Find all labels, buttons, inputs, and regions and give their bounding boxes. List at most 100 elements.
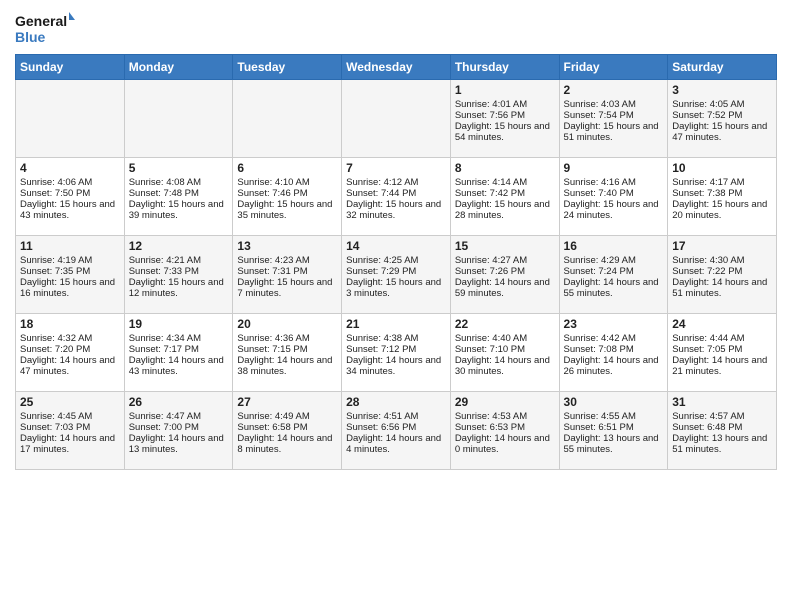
day-number: 6 xyxy=(237,161,337,175)
calendar-week-row: 18 Sunrise: 4:32 AMSunset: 7:20 PM Dayligh… xyxy=(16,314,777,392)
daylight: Daylight: 14 hours and 34 minutes. xyxy=(346,355,441,377)
sunset: Sunset: 7:35 PM xyxy=(20,266,90,277)
day-number: 20 xyxy=(237,317,337,331)
daylight: Daylight: 15 hours and 3 minutes. xyxy=(346,277,441,299)
calendar-week-row: 11Sunrise: 4:19 AMSunset: 7:35 PMDayligh… xyxy=(16,236,777,314)
sunrise: Sunrise: 4:14 AM xyxy=(455,177,527,188)
calendar-cell: 23Sunrise: 4:42 AMSunset: 7:08 PMDayligh… xyxy=(559,314,668,392)
day-number: 12 xyxy=(129,239,229,253)
daylight: Daylight: 15 hours and 47 minutes. xyxy=(672,121,767,143)
sunrise: Sunrise: 4:19 AM xyxy=(20,255,92,266)
daylight: Daylight: 15 hours and 35 minutes. xyxy=(237,199,332,221)
sunrise: Sunrise: 4:01 AM xyxy=(455,99,527,110)
day-number: 14 xyxy=(346,239,446,253)
day-number: 31 xyxy=(672,395,772,409)
header-friday: Friday xyxy=(559,55,668,80)
sunrise: Sunrise: 4:47 AM xyxy=(129,411,201,422)
calendar-cell: 5Sunrise: 4:08 AMSunset: 7:48 PMDaylight… xyxy=(124,158,233,236)
header-thursday: Thursday xyxy=(450,55,559,80)
calendar-cell: 16Sunrise: 4:29 AMSunset: 7:24 PMDayligh… xyxy=(559,236,668,314)
sunset: Sunset: 7:15 PM xyxy=(237,344,307,355)
calendar-week-row: 4Sunrise: 4:06 AMSunset: 7:50 PMDaylight… xyxy=(16,158,777,236)
sunset: Sunset: 7:31 PM xyxy=(237,266,307,277)
calendar-cell: 27Sunrise: 4:49 AMSunset: 6:58 PMDayligh… xyxy=(233,392,342,470)
calendar-cell: 31Sunrise: 4:57 AMSunset: 6:48 PMDayligh… xyxy=(668,392,777,470)
day-number: 29 xyxy=(455,395,555,409)
sunset: Sunset: 6:58 PM xyxy=(237,422,307,433)
daylight: Daylight: 15 hours and 24 minutes. xyxy=(564,199,659,221)
daylight: Daylight: 13 hours and 55 minutes. xyxy=(564,433,659,455)
sunrise: Sunrise: 4:49 AM xyxy=(237,411,309,422)
calendar-week-row: 25Sunrise: 4:45 AMSunset: 7:03 PMDayligh… xyxy=(16,392,777,470)
sunset: Sunset: 7:20 PM xyxy=(20,344,90,355)
day-number: 3 xyxy=(672,83,772,97)
day-number: 19 xyxy=(129,317,229,331)
day-number: 17 xyxy=(672,239,772,253)
calendar-cell: 12Sunrise: 4:21 AMSunset: 7:33 PMDayligh… xyxy=(124,236,233,314)
calendar-cell: 15Sunrise: 4:27 AMSunset: 7:26 PMDayligh… xyxy=(450,236,559,314)
sunset: Sunset: 7:56 PM xyxy=(455,110,525,121)
calendar-cell: 3Sunrise: 4:05 AMSunset: 7:52 PMDaylight… xyxy=(668,80,777,158)
sunrise: Sunrise: 4:12 AM xyxy=(346,177,418,188)
header-wednesday: Wednesday xyxy=(342,55,451,80)
day-number: 27 xyxy=(237,395,337,409)
sunset: Sunset: 6:51 PM xyxy=(564,422,634,433)
sunrise: Sunrise: 4:51 AM xyxy=(346,411,418,422)
sunrise: Sunrise: 4:55 AM xyxy=(564,411,636,422)
calendar-week-row: 1Sunrise: 4:01 AMSunset: 7:56 PMDaylight… xyxy=(16,80,777,158)
daylight: Daylight: 15 hours and 7 minutes. xyxy=(237,277,332,299)
day-number: 24 xyxy=(672,317,772,331)
calendar-cell: 26 Sunrise: 4:47 AMSunset: 7:00 PMDayligh… xyxy=(124,392,233,470)
sunset: Sunset: 7:26 PM xyxy=(455,266,525,277)
calendar-cell: 6Sunrise: 4:10 AMSunset: 7:46 PMDaylight… xyxy=(233,158,342,236)
sunset: Sunset: 6:53 PM xyxy=(455,422,525,433)
sunrise: Sunrise: 4:21 AM xyxy=(129,255,201,266)
sunrise: Sunrise: 4:29 AM xyxy=(564,255,636,266)
day-number: 21 xyxy=(346,317,446,331)
sunrise: Sunrise: 4:36 AM xyxy=(237,333,309,344)
sunrise: Sunrise: 4:25 AM xyxy=(346,255,418,266)
sunset: Sunset: 7:12 PM xyxy=(346,344,416,355)
day-number: 9 xyxy=(564,161,664,175)
daylight: Daylight: 15 hours and 54 minutes. xyxy=(455,121,550,143)
sunset: Sunset: 7:00 PM xyxy=(129,422,199,433)
calendar-cell: 21Sunrise: 4:38 AMSunset: 7:12 PMDayligh… xyxy=(342,314,451,392)
sunset: Sunset: 7:38 PM xyxy=(672,188,742,199)
sunrise: Sunrise: 4:32 AM xyxy=(20,333,92,344)
calendar-cell: 19Sunrise: 4:34 AMSunset: 7:17 PMDayligh… xyxy=(124,314,233,392)
sunrise: Sunrise: 4:30 AM xyxy=(672,255,744,266)
calendar-cell: 18Sunrise: 4:32 AMSunset: 7:20 PMDayligh… xyxy=(16,314,125,392)
calendar-cell: 28Sunrise: 4:51 AMSunset: 6:56 PMDayligh… xyxy=(342,392,451,470)
daylight: Daylight: 14 hours and 13 minutes. xyxy=(129,433,224,455)
sunrise: Sunrise: 4:23 AM xyxy=(237,255,309,266)
sunset: Sunset: 7:05 PM xyxy=(672,344,742,355)
calendar-cell xyxy=(16,80,125,158)
svg-text:Blue: Blue xyxy=(15,29,46,45)
day-number: 22 xyxy=(455,317,555,331)
sunset: Sunset: 7:08 PM xyxy=(564,344,634,355)
daylight: Daylight: 15 hours and 12 minutes. xyxy=(129,277,224,299)
daylight: Daylight: 15 hours and 39 minutes. xyxy=(129,199,224,221)
daylight: Daylight: 14 hours and 51 minutes. xyxy=(672,277,767,299)
calendar-body: 1Sunrise: 4:01 AMSunset: 7:56 PMDaylight… xyxy=(16,80,777,470)
sunrise: Sunrise: 4:08 AM xyxy=(129,177,201,188)
day-number: 1 xyxy=(455,83,555,97)
day-number: 13 xyxy=(237,239,337,253)
calendar-cell: 25Sunrise: 4:45 AMSunset: 7:03 PMDayligh… xyxy=(16,392,125,470)
day-number: 18 xyxy=(20,317,120,331)
day-number: 11 xyxy=(20,239,120,253)
sunrise: Sunrise: 4:42 AM xyxy=(564,333,636,344)
calendar-cell: 17Sunrise: 4:30 AMSunset: 7:22 PMDayligh… xyxy=(668,236,777,314)
daylight: Daylight: 15 hours and 43 minutes. xyxy=(20,199,115,221)
calendar-cell: 30Sunrise: 4:55 AMSunset: 6:51 PMDayligh… xyxy=(559,392,668,470)
day-number: 26 xyxy=(129,395,229,409)
sunset: Sunset: 7:24 PM xyxy=(564,266,634,277)
day-number: 15 xyxy=(455,239,555,253)
calendar-cell: 24Sunrise: 4:44 AMSunset: 7:05 PMDayligh… xyxy=(668,314,777,392)
sunset: Sunset: 7:52 PM xyxy=(672,110,742,121)
sunset: Sunset: 7:54 PM xyxy=(564,110,634,121)
logo-svg: General Blue xyxy=(15,10,75,46)
sunset: Sunset: 7:48 PM xyxy=(129,188,199,199)
header-tuesday: Tuesday xyxy=(233,55,342,80)
daylight: Daylight: 15 hours and 16 minutes. xyxy=(20,277,115,299)
